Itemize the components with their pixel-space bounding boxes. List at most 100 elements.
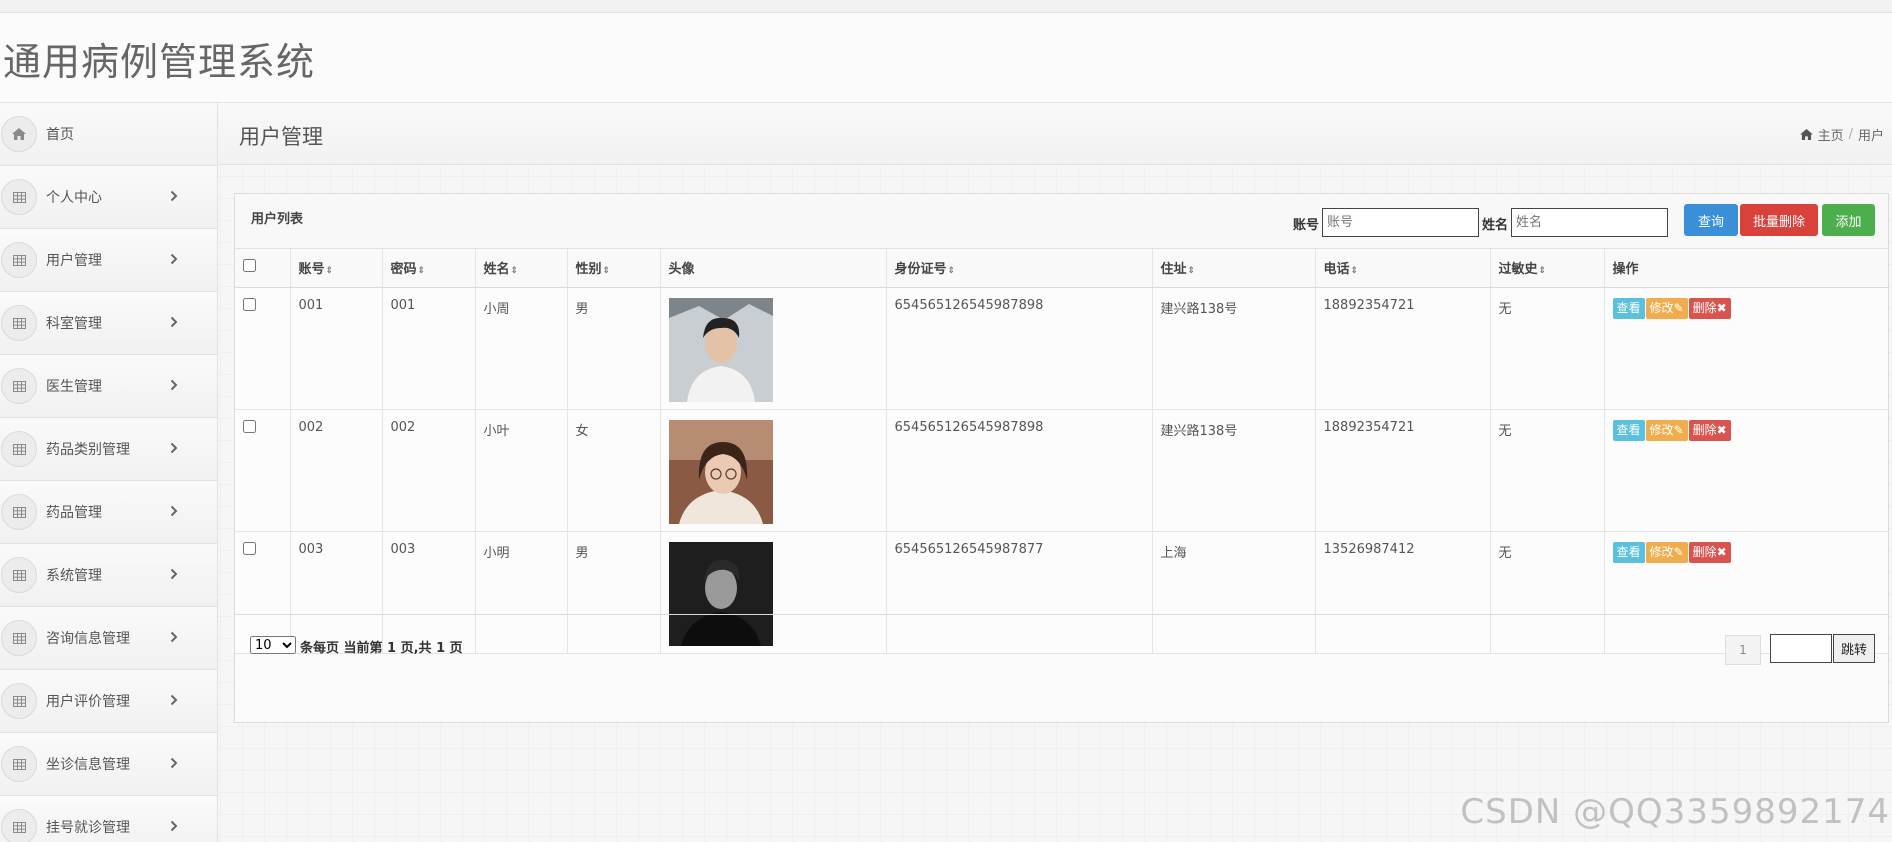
sidebar-item-registration-management[interactable]: 挂号就诊管理 xyxy=(0,796,217,842)
cell-phone: 18892354721 xyxy=(1315,287,1491,410)
sidebar-item-consultation-management[interactable]: 咨询信息管理 xyxy=(0,607,217,670)
table-icon xyxy=(1,305,37,341)
column-header-avatar: 头像 xyxy=(660,249,887,288)
delete-button[interactable]: 删除✖ xyxy=(1688,297,1731,319)
chevron-right-icon xyxy=(170,502,178,521)
chevron-right-icon xyxy=(170,565,178,584)
breadcrumb: 主页 / 用户 xyxy=(1799,125,1884,144)
cell-actions: 查看 修改✎ 删除✖ xyxy=(1604,287,1888,410)
sidebar-item-system-management[interactable]: 系统管理 xyxy=(0,544,217,607)
column-header-phone[interactable]: 电话⇕ xyxy=(1315,249,1491,288)
cell-id-card: 654565126545987898 xyxy=(886,287,1153,410)
sidebar-item-drug-management[interactable]: 药品管理 xyxy=(0,481,217,544)
breadcrumb-home[interactable]: 主页 xyxy=(1818,125,1844,144)
add-button[interactable]: 添加 xyxy=(1822,204,1875,236)
page-size-select[interactable]: 10 xyxy=(250,636,296,654)
sidebar-item-drug-category-management[interactable]: 药品类别管理 xyxy=(0,418,217,481)
sort-icon[interactable]: ⇕ xyxy=(1188,266,1196,276)
close-icon: ✖ xyxy=(1716,544,1727,559)
sort-icon[interactable]: ⇕ xyxy=(418,266,426,276)
close-icon: ✖ xyxy=(1716,422,1727,437)
sidebar-item-label: 药品类别管理 xyxy=(46,442,130,458)
sidebar-item-label: 个人中心 xyxy=(46,190,102,206)
cell-account: 001 xyxy=(290,287,383,410)
sidebar-item-user-management[interactable]: 用户管理 xyxy=(0,229,217,292)
breadcrumb-current: 用户 xyxy=(1857,129,1884,144)
cell-name: 小周 xyxy=(475,287,568,410)
sort-icon[interactable]: ⇕ xyxy=(603,266,611,276)
sidebar-item-label: 首页 xyxy=(46,127,74,143)
sidebar-item-user-review-management[interactable]: 用户评价管理 xyxy=(0,670,217,733)
chevron-right-icon xyxy=(170,691,178,710)
chevron-right-icon xyxy=(170,313,178,332)
pencil-icon: ✎ xyxy=(1673,544,1684,559)
row-checkbox[interactable] xyxy=(243,541,256,555)
column-header-name[interactable]: 姓名⇕ xyxy=(475,249,568,288)
sidebar-item-personal-center[interactable]: 个人中心 xyxy=(0,166,217,229)
view-button[interactable]: 查看 xyxy=(1612,297,1645,319)
name-search-label: 姓名 xyxy=(1482,218,1509,233)
sidebar-item-home[interactable]: 首页 xyxy=(0,103,217,166)
column-header-allergy[interactable]: 过敏史⇕ xyxy=(1490,249,1605,288)
cell-address: 建兴路138号 xyxy=(1152,287,1316,410)
table-row: 001 001 小周 男 654565126545987898 建兴路138号 … xyxy=(235,287,1888,410)
sort-icon[interactable]: ⇕ xyxy=(1351,266,1359,276)
page-info: 条每页 当前第 1 页,共 1 页 xyxy=(300,641,463,656)
column-header-id-card[interactable]: 身份证号⇕ xyxy=(886,249,1153,288)
chevron-right-icon xyxy=(170,439,178,458)
view-button[interactable]: 查看 xyxy=(1612,541,1645,563)
jump-button[interactable]: 跳转 xyxy=(1833,634,1875,663)
sort-icon[interactable]: ⇕ xyxy=(948,266,956,276)
query-button[interactable]: 查询 xyxy=(1684,204,1738,236)
delete-button[interactable]: 删除✖ xyxy=(1688,419,1731,441)
table-icon xyxy=(1,557,37,593)
column-header-password[interactable]: 密码⇕ xyxy=(382,249,476,288)
table-icon xyxy=(1,683,37,719)
sidebar-item-clinic-schedule-management[interactable]: 坐诊信息管理 xyxy=(0,733,217,796)
cell-password: 002 xyxy=(382,409,476,532)
sidebar-item-label: 科室管理 xyxy=(46,316,102,332)
row-select-cell xyxy=(235,409,291,532)
cell-address: 建兴路138号 xyxy=(1152,409,1316,532)
user-list-panel: 用户列表 账号 姓名 查询 批量删除 添加 账号⇕ 密码⇕ 姓名⇕ 性别⇕ 头像… xyxy=(234,193,1889,723)
cell-allergy: 无 xyxy=(1490,287,1605,410)
sort-icon[interactable]: ⇕ xyxy=(511,266,519,276)
account-search-input[interactable] xyxy=(1322,208,1479,237)
row-select-cell xyxy=(235,287,291,410)
sort-icon[interactable]: ⇕ xyxy=(326,266,334,276)
row-checkbox[interactable] xyxy=(243,419,256,433)
jump-page-input[interactable] xyxy=(1770,634,1832,663)
sort-icon[interactable]: ⇕ xyxy=(1539,266,1547,276)
table-icon xyxy=(1,431,37,467)
panel-title: 用户列表 xyxy=(251,212,304,227)
column-header-gender[interactable]: 性别⇕ xyxy=(567,249,661,288)
sidebar-item-label: 坐诊信息管理 xyxy=(46,757,130,773)
table-icon xyxy=(1,809,37,842)
edit-button[interactable]: 修改✎ xyxy=(1645,541,1688,563)
name-search-input[interactable] xyxy=(1511,208,1668,237)
column-header-account[interactable]: 账号⇕ xyxy=(290,249,383,288)
cell-id-card: 654565126545987898 xyxy=(886,409,1153,532)
edit-button[interactable]: 修改✎ xyxy=(1645,297,1688,319)
pencil-icon: ✎ xyxy=(1673,422,1684,437)
sidebar-item-department-management[interactable]: 科室管理 xyxy=(0,292,217,355)
chevron-right-icon xyxy=(170,376,178,395)
cell-gender: 男 xyxy=(567,287,661,410)
sidebar-item-label: 药品管理 xyxy=(46,505,102,521)
view-button[interactable]: 查看 xyxy=(1612,419,1645,441)
delete-button[interactable]: 删除✖ xyxy=(1688,541,1731,563)
cell-name: 小叶 xyxy=(475,409,568,532)
app-header: 通用病例管理系统 xyxy=(0,13,1892,103)
table-icon xyxy=(1,620,37,656)
page-number-button[interactable]: 1 xyxy=(1725,635,1761,665)
cell-phone: 18892354721 xyxy=(1315,409,1491,532)
column-header-address[interactable]: 住址⇕ xyxy=(1152,249,1316,288)
sidebar-item-doctor-management[interactable]: 医生管理 xyxy=(0,355,217,418)
user-table: 账号⇕ 密码⇕ 姓名⇕ 性别⇕ 头像 身份证号⇕ 住址⇕ 电话⇕ 过敏史⇕ 操作… xyxy=(235,249,1888,654)
select-all-checkbox[interactable] xyxy=(243,259,256,273)
batch-delete-button[interactable]: 批量删除 xyxy=(1740,204,1818,236)
row-checkbox[interactable] xyxy=(243,297,256,311)
table-icon xyxy=(1,494,37,530)
close-icon: ✖ xyxy=(1716,300,1727,315)
edit-button[interactable]: 修改✎ xyxy=(1645,419,1688,441)
